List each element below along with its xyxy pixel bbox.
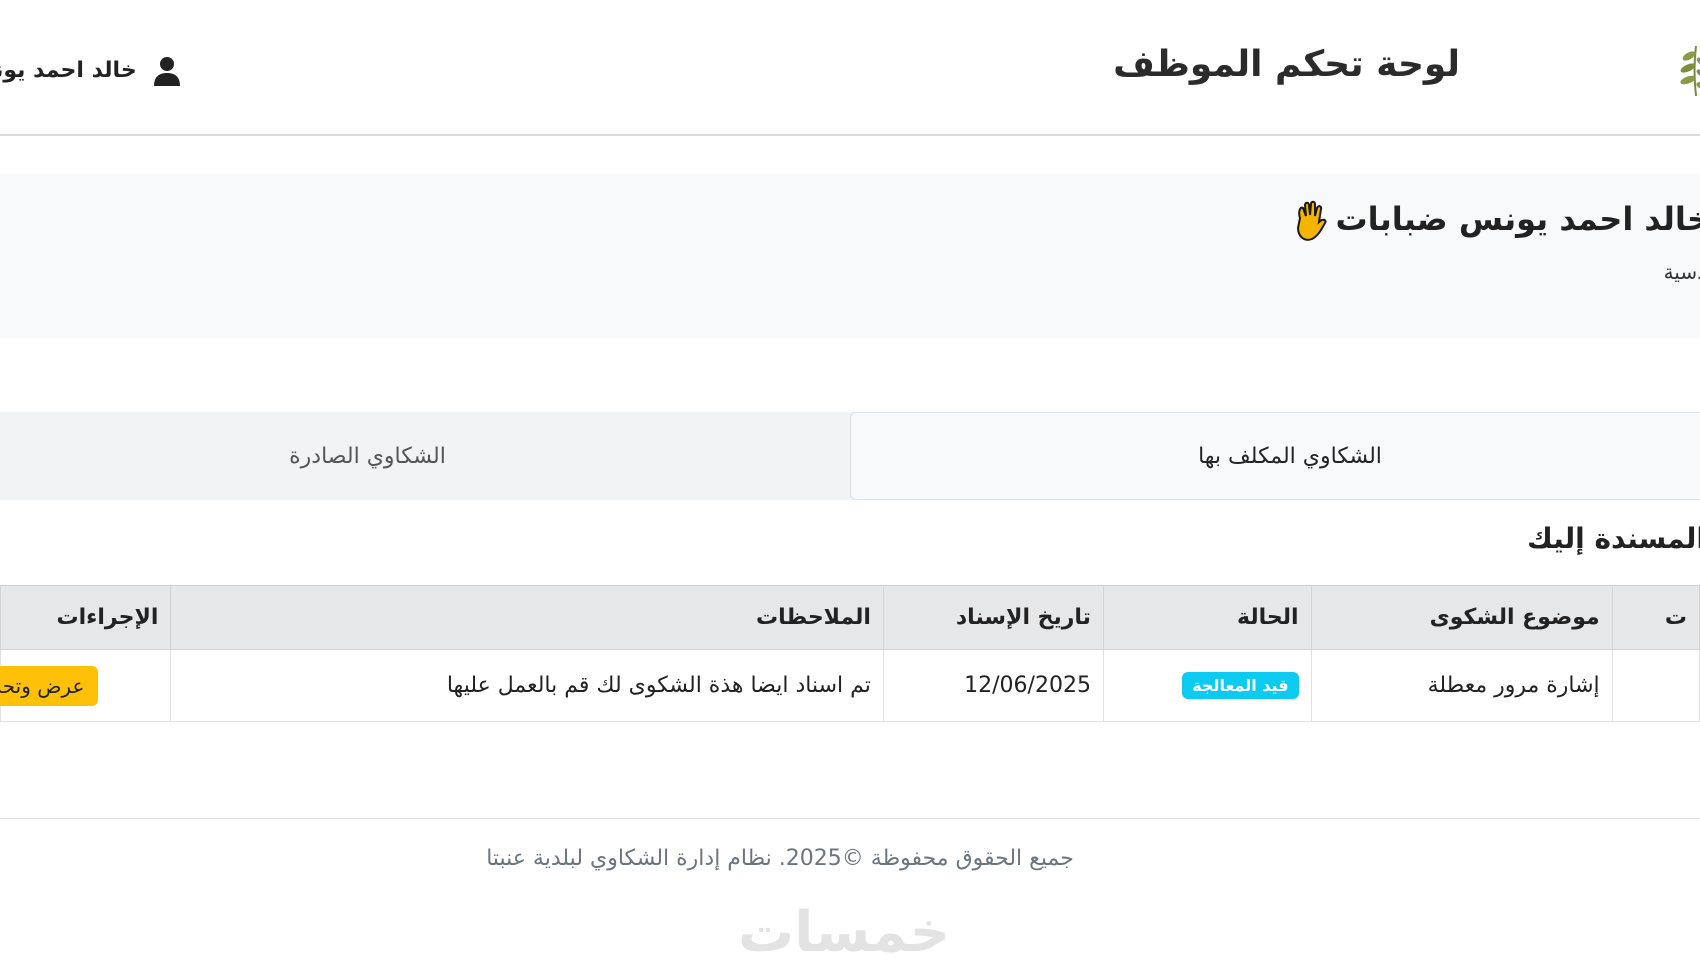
header-actions: الإجراءات xyxy=(0,585,172,650)
cell-number xyxy=(1611,649,1700,722)
table: ت موضوع الشكوى الحالة تاريخ الإسناد المل… xyxy=(0,585,1700,722)
tab-assigned-complaints[interactable]: الشكاوي المكلف بها xyxy=(850,412,1700,500)
table-header-row: ت موضوع الشكوى الحالة تاريخ الإسناد المل… xyxy=(0,585,1700,650)
cell-date: 12/06/2025 xyxy=(882,649,1104,722)
cell-actions: عرض وتحديث xyxy=(0,649,172,722)
welcome-title: خالد احمد يونس ضبابات xyxy=(1335,200,1700,238)
user-icon[interactable] xyxy=(153,56,181,86)
section-title: المسندة إليك xyxy=(1527,522,1700,555)
header-subject: موضوع الشكوى xyxy=(1310,585,1613,650)
header-status: الحالة xyxy=(1102,585,1312,650)
cell-subject: إشارة مرور معطلة xyxy=(1310,649,1613,722)
header-date: تاريخ الإسناد xyxy=(882,585,1104,650)
waving-hand-icon xyxy=(1296,200,1327,241)
page-title: لوحة تحكم الموظف xyxy=(1113,44,1460,85)
welcome-card: خالد احمد يونس ضبابات دسية xyxy=(0,174,1700,338)
header-notes: الملاحظات xyxy=(170,585,884,650)
welcome-subtitle: دسية xyxy=(1663,260,1700,284)
page: لوحة تحكم الموظف خالد احمد يونس خالد احم… xyxy=(0,0,1700,970)
olive-branch-icon[interactable] xyxy=(1676,42,1700,98)
user-name[interactable]: خالد احمد يونس xyxy=(0,58,137,83)
watermark: خمسات xyxy=(737,900,950,965)
tab-issued-complaints[interactable]: الشكاوي الصادرة xyxy=(0,412,735,500)
cell-notes: تم اسناد ايضا هذة الشكوى لك قم بالعمل عل… xyxy=(170,649,884,722)
header-number: ت xyxy=(1611,585,1700,650)
user-menu[interactable]: خالد احمد يونس xyxy=(0,52,177,88)
view-update-button[interactable]: عرض وتحديث xyxy=(0,665,99,706)
status-badge: قيد المعالجة xyxy=(1182,672,1299,699)
cell-status: قيد المعالجة xyxy=(1102,649,1312,722)
footer-divider xyxy=(0,818,1700,819)
table-row: إشارة مرور معطلة قيد المعالجة 12/06/2025… xyxy=(0,649,1700,722)
top-navbar: لوحة تحكم الموظف خالد احمد يونس xyxy=(0,0,1700,136)
complaints-table: ت موضوع الشكوى الحالة تاريخ الإسناد المل… xyxy=(0,585,1700,722)
footer-copyright: جميع الحقوق محفوظة ©2025. نظام إدارة الش… xyxy=(486,846,1074,871)
tabs-bar: الشكاوي الصادرة الشكاوي المكلف بها xyxy=(0,412,1700,500)
